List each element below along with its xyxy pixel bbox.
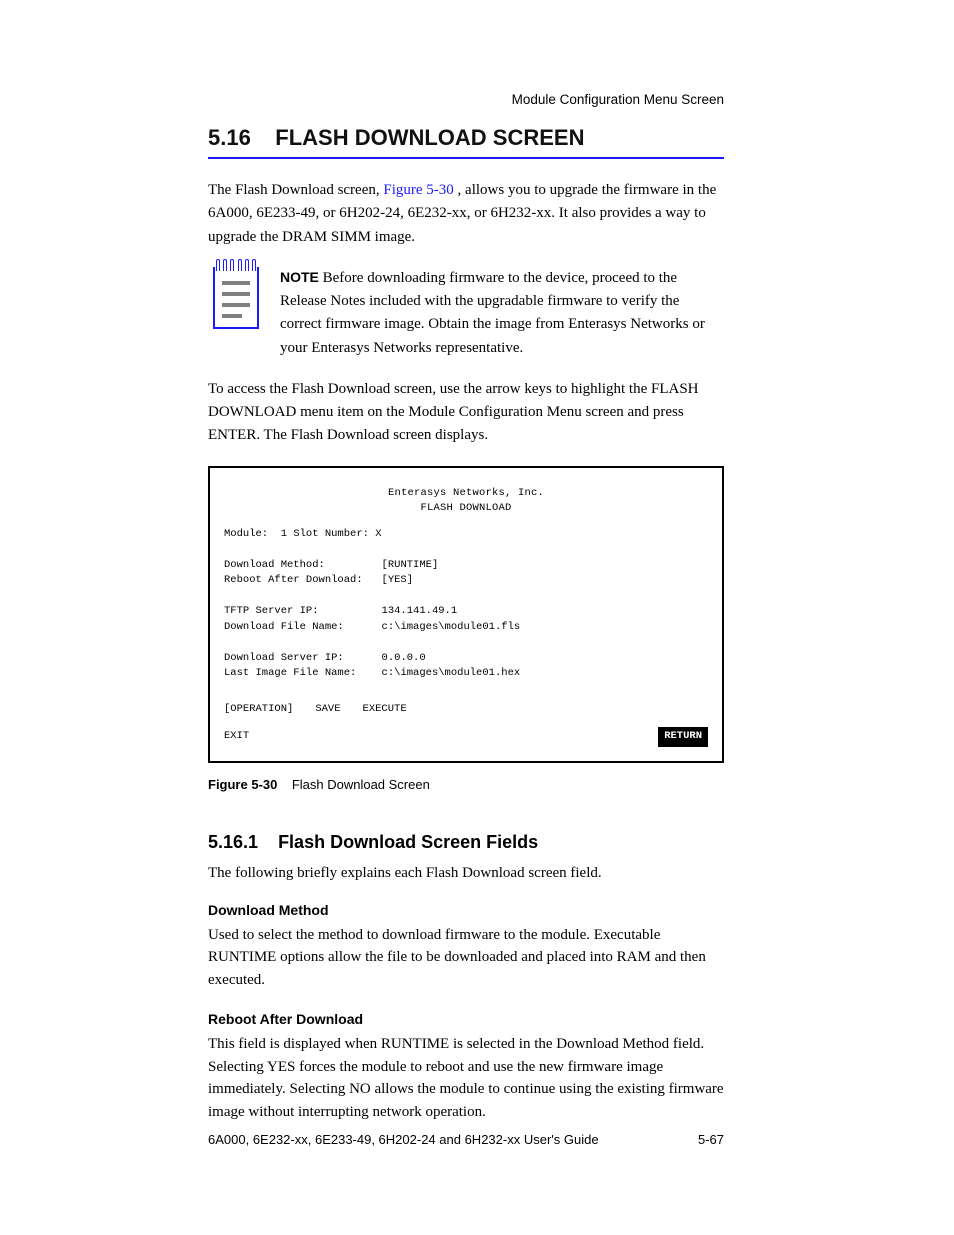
subsection-title: 5.16.1 Flash Download Screen Fields: [208, 832, 724, 853]
screen-row-reboot: Reboot After Download: [YES]: [224, 573, 708, 589]
screen-company: Enterasys Networks, Inc.: [224, 486, 708, 502]
menu-return[interactable]: RETURN: [658, 727, 708, 747]
figure-text: Flash Download Screen: [292, 777, 430, 792]
screen-title: FLASH DOWNLOAD: [224, 501, 708, 517]
footer-right: 5-67: [698, 1132, 724, 1147]
page-footer: 6A000, 6E232-xx, 6E233-49, 6H202-24 and …: [208, 1132, 724, 1147]
footer-left: 6A000, 6E232-xx, 6E233-49, 6H202-24 and …: [208, 1132, 599, 1147]
menu-save[interactable]: SAVE: [315, 702, 340, 718]
subsection-name: Flash Download Screen Fields: [278, 832, 538, 852]
intro-paragraph: The Flash Download screen, Figure 5-30 ,…: [208, 179, 724, 249]
screen-row-server: TFTP Server IP: 134.141.49.1: [224, 604, 708, 620]
field-block: Download Method Used to select the metho…: [208, 902, 724, 992]
screen-row-lastfile: Last Image File Name: c:\images\module01…: [224, 666, 708, 682]
subsection-number: 5.16.1: [208, 832, 258, 852]
note-icon-wrap: [208, 267, 264, 329]
screen-row-serial: Download Server IP: 0.0.0.0: [224, 651, 708, 667]
field-desc: This field is displayed when RUNTIME is …: [208, 1033, 724, 1123]
field-name: Reboot After Download: [208, 1011, 724, 1027]
title-underline: [208, 157, 724, 159]
screen-row-method: Download Method: [RUNTIME]: [224, 558, 708, 574]
screen-header: Enterasys Networks, Inc. FLASH DOWNLOAD: [224, 486, 708, 517]
section-title: 5.16 FLASH DOWNLOAD SCREEN: [208, 125, 724, 151]
screen-row-module: Module: 1 Slot Number: X: [224, 527, 708, 543]
figure-number: Figure 5-30: [208, 777, 277, 792]
terminal-screen: Enterasys Networks, Inc. FLASH DOWNLOAD …: [208, 466, 724, 763]
figure-caption: Figure 5-30 Flash Download Screen: [208, 777, 724, 792]
section-name: FLASH DOWNLOAD SCREEN: [275, 125, 584, 150]
section-number: 5.16: [208, 125, 251, 150]
notepad-icon: [213, 267, 259, 329]
page: Module Configuration Menu Screen 5.16 FL…: [0, 0, 954, 1235]
field-desc: Used to select the method to download fi…: [208, 924, 724, 992]
fields-intro: The following briefly explains each Flas…: [208, 865, 724, 882]
field-name: Download Method: [208, 902, 724, 918]
note-label: NOTE: [280, 269, 319, 285]
screen-row-filename: Download File Name: c:\images\module01.f…: [224, 620, 708, 636]
access-paragraph: To access the Flash Download screen, use…: [208, 378, 724, 448]
note-text: NOTE Before downloading firmware to the …: [280, 267, 724, 360]
figure-ref-link[interactable]: Figure 5-30: [383, 182, 453, 198]
running-header: Module Configuration Menu Screen: [208, 92, 724, 107]
menu-exit[interactable]: EXIT: [224, 729, 249, 745]
menu-execute[interactable]: EXECUTE: [363, 702, 407, 718]
screen-menu: [OPERATION] SAVE EXECUTE: [224, 702, 708, 718]
field-block: Reboot After Download This field is disp…: [208, 1011, 724, 1123]
menu-operation[interactable]: [OPERATION]: [224, 702, 293, 718]
note-block: NOTE Before downloading firmware to the …: [208, 267, 724, 360]
